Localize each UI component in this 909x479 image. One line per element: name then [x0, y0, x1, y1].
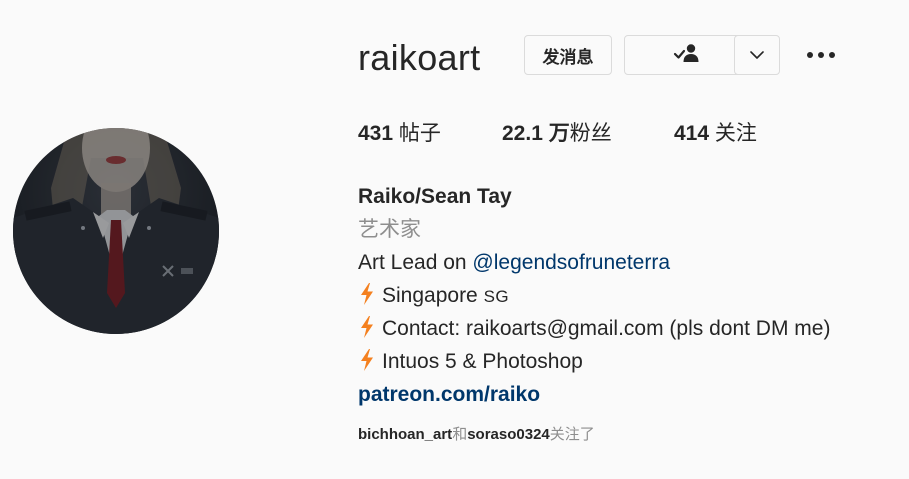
following-count: 414 — [674, 122, 710, 145]
chevron-down-icon — [749, 45, 765, 65]
contact-text: Contact: raikoarts@gmail.com (pls dont D… — [382, 317, 831, 340]
website-link[interactable]: patreon.com/raiko — [358, 378, 830, 411]
followed-by-user-1[interactable]: bichhoan_art — [358, 426, 452, 443]
ellipsis-icon — [806, 46, 836, 64]
avatar[interactable] — [13, 128, 219, 334]
category-label: 艺术家 — [358, 218, 421, 241]
options-button[interactable] — [802, 38, 840, 72]
profile-bio: Raiko/Sean Tay 艺术家 Art Lead on @legendso… — [358, 180, 830, 411]
bio-line-location: Singapore SG — [358, 279, 830, 312]
flag-code: SG — [483, 287, 510, 306]
following-stat[interactable]: 414 关注 — [674, 120, 757, 148]
bio-line-tools: Intuos 5 & Photoshop — [358, 345, 830, 378]
posts-count: 431 — [358, 122, 394, 145]
followers-count: 22.1 万 — [502, 122, 570, 145]
bio-line-contact: Contact: raikoarts@gmail.com (pls dont D… — [358, 312, 830, 345]
followed-by-user-2[interactable]: soraso0324 — [467, 426, 550, 443]
message-button[interactable]: 发消息 — [524, 35, 612, 75]
tools-text: Intuos 5 & Photoshop — [382, 350, 583, 373]
following-button[interactable] — [624, 35, 750, 75]
avatar-image — [13, 128, 219, 334]
posts-stat: 431 帖子 — [358, 120, 441, 148]
mention-link[interactable]: @legendsofruneterra — [472, 251, 670, 274]
suggested-accounts-button[interactable] — [734, 35, 780, 75]
posts-label: 帖子 — [393, 122, 441, 145]
profile-page: raikoart 发消息 431 帖子 22.1 万粉丝 414 关注 Raik… — [0, 0, 909, 479]
location-text: Singapore — [382, 284, 484, 307]
following-label: 关注 — [709, 122, 757, 145]
profile-username: raikoart — [358, 37, 481, 78]
followed-by-joiner: 和 — [452, 426, 468, 443]
bio-line-prefix: Art Lead on — [358, 251, 473, 274]
lightning-bolt-icon — [360, 282, 374, 315]
followers-stat[interactable]: 22.1 万粉丝 — [502, 120, 612, 148]
lightning-bolt-icon — [360, 348, 374, 381]
message-button-label: 发消息 — [542, 47, 594, 67]
followed-by[interactable]: bichhoan_art和soraso0324关注了 — [358, 424, 595, 446]
followed-by-suffix: 关注了 — [549, 426, 595, 443]
bio-line-art-lead: Art Lead on @legendsofruneterra — [358, 246, 830, 279]
lightning-bolt-icon — [360, 315, 374, 348]
full-name: Raiko/Sean Tay — [358, 185, 512, 208]
followers-label: 粉丝 — [569, 122, 612, 145]
person-check-icon — [673, 43, 701, 68]
